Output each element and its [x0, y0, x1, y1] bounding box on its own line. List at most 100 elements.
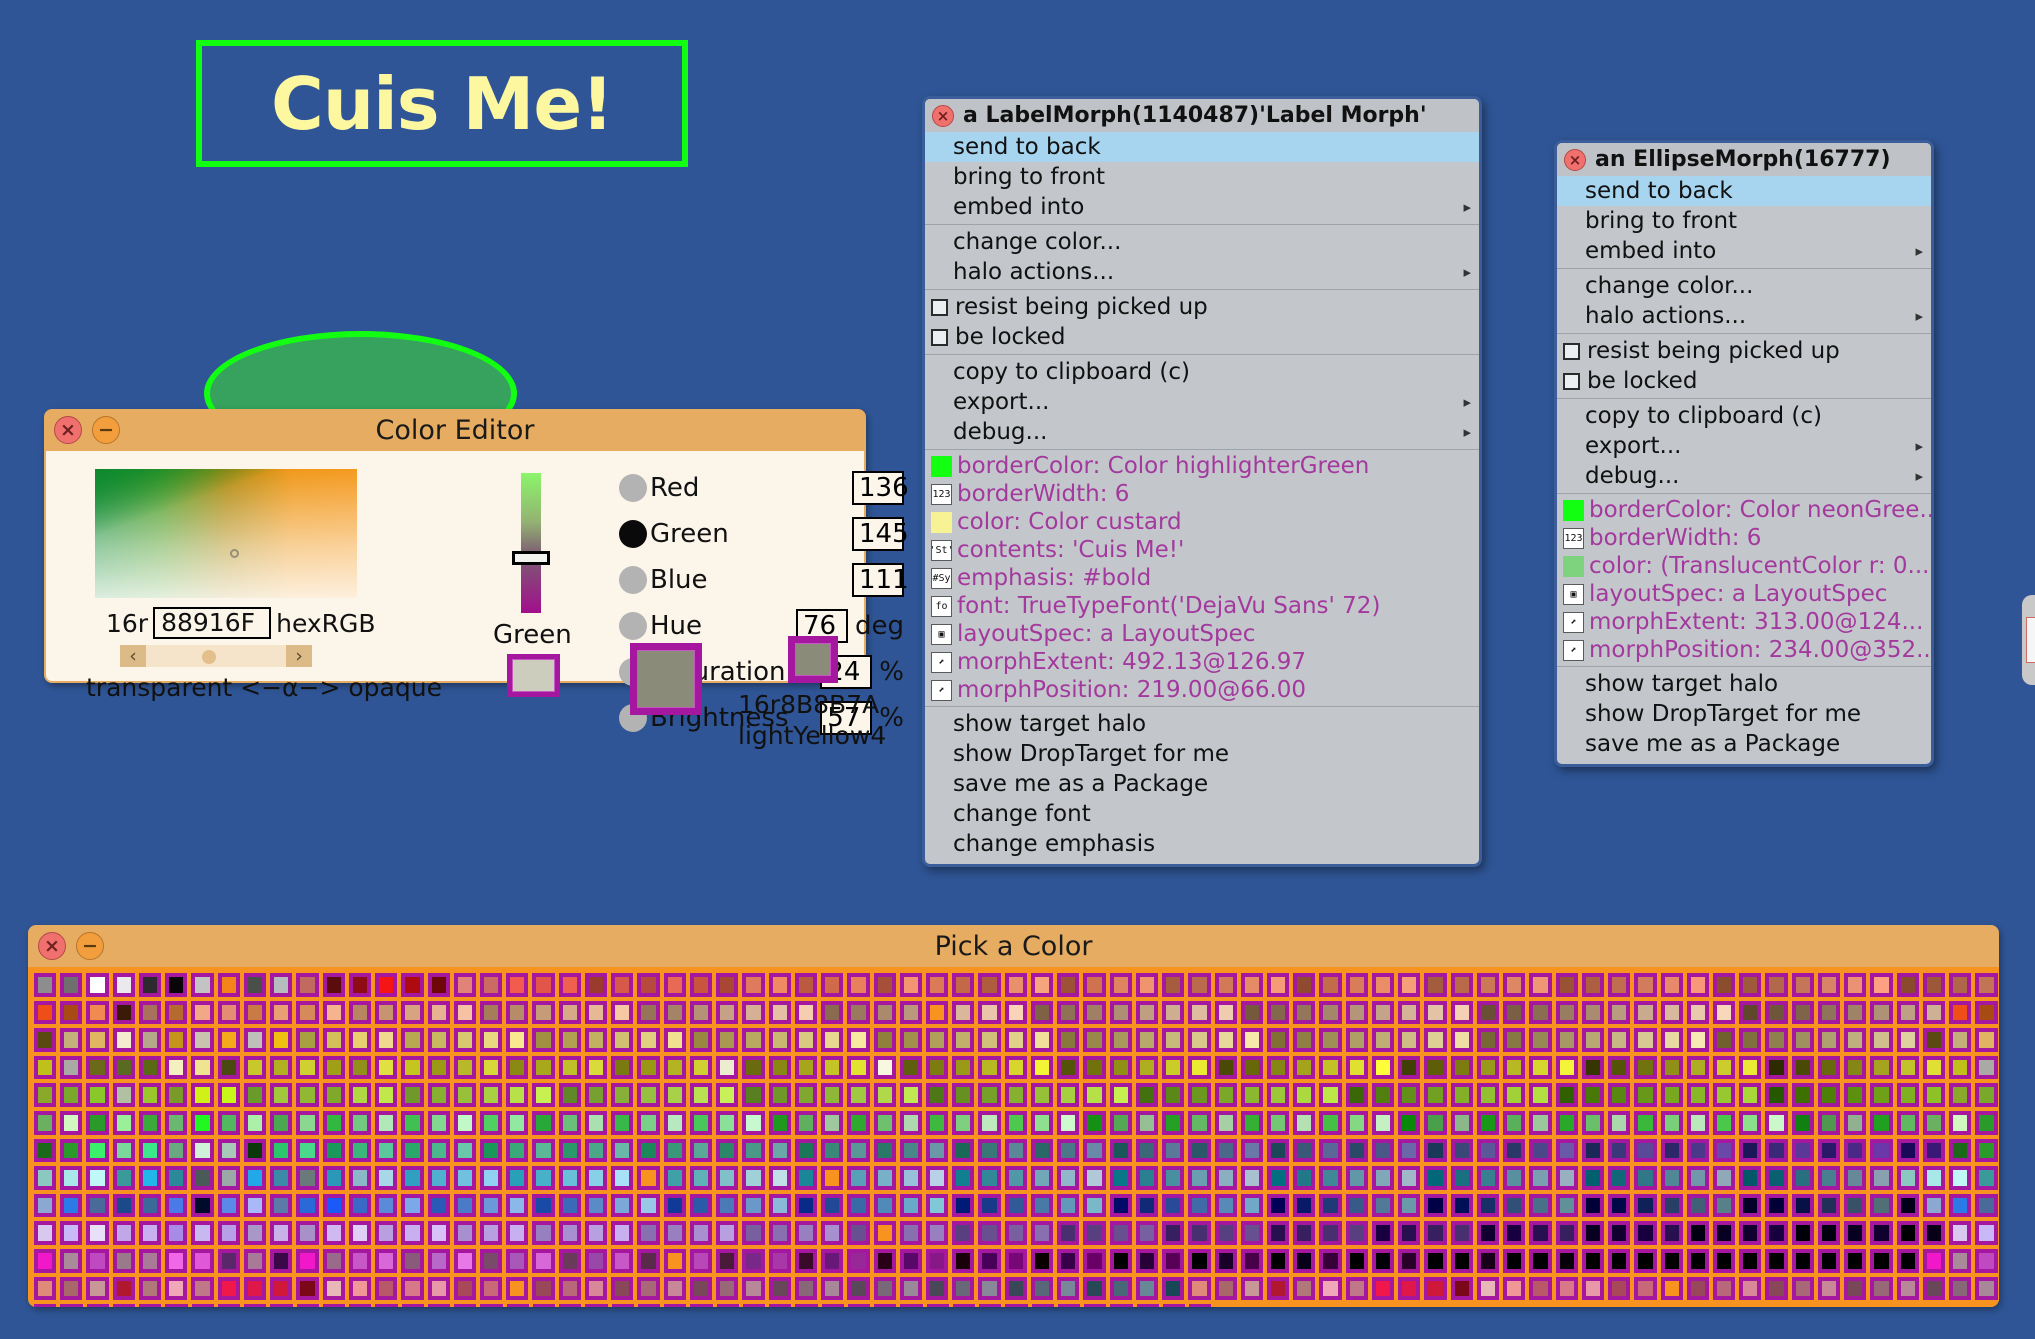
palette-swatch[interactable]: [898, 1081, 924, 1109]
palette-swatch[interactable]: [714, 1275, 740, 1303]
palette-swatch[interactable]: [1501, 1164, 1527, 1192]
palette-swatch[interactable]: [84, 971, 110, 999]
palette-swatch[interactable]: [1029, 1054, 1055, 1082]
palette-swatch[interactable]: [452, 1275, 478, 1303]
checkbox-icon[interactable]: [1563, 343, 1580, 360]
palette-swatch[interactable]: [1134, 1054, 1160, 1082]
palette-swatch[interactable]: [1003, 971, 1029, 999]
palette-swatch[interactable]: [898, 1026, 924, 1054]
palette-swatch[interactable]: [1763, 1164, 1789, 1192]
palette-swatch[interactable]: [1606, 1109, 1632, 1137]
palette-swatch[interactable]: [84, 1247, 110, 1275]
palette-swatch[interactable]: [530, 1275, 556, 1303]
palette-swatch[interactable]: [662, 1054, 688, 1082]
palette-swatch[interactable]: [1606, 1081, 1632, 1109]
hex-input[interactable]: 88916F: [153, 607, 271, 639]
palette-swatch[interactable]: [1895, 971, 1921, 999]
palette-swatch[interactable]: [557, 1081, 583, 1109]
palette-swatch[interactable]: [1973, 1137, 1999, 1165]
palette-swatch[interactable]: [1239, 1247, 1265, 1275]
palette-swatch[interactable]: [1265, 1026, 1291, 1054]
menu-property-item[interactable]: 123borderWidth: 6: [925, 480, 1479, 508]
menu-item[interactable]: change emphasis: [925, 829, 1479, 859]
palette-swatch[interactable]: [1763, 1275, 1789, 1303]
palette-swatch[interactable]: [268, 1247, 294, 1275]
palette-swatch[interactable]: [137, 1275, 163, 1303]
palette-swatch[interactable]: [740, 1275, 766, 1303]
palette-swatch[interactable]: [583, 1192, 609, 1220]
palette-swatch[interactable]: [1632, 1192, 1658, 1220]
palette-swatch[interactable]: [635, 1026, 661, 1054]
palette-swatch[interactable]: [242, 1275, 268, 1303]
palette-swatch[interactable]: [1973, 1081, 1999, 1109]
palette-swatch[interactable]: [1685, 1081, 1711, 1109]
palette-swatch[interactable]: [111, 1275, 137, 1303]
palette-swatch[interactable]: [32, 1137, 58, 1165]
palette-swatch[interactable]: [294, 1219, 320, 1247]
palette-swatch[interactable]: [924, 999, 950, 1027]
palette-swatch[interactable]: [1344, 1247, 1370, 1275]
palette-swatch[interactable]: [924, 971, 950, 999]
palette-swatch[interactable]: [1370, 999, 1396, 1027]
palette-swatch[interactable]: [688, 1247, 714, 1275]
palette-swatch[interactable]: [1108, 1081, 1134, 1109]
palette-swatch[interactable]: [1003, 1219, 1029, 1247]
palette-swatch[interactable]: [58, 1164, 84, 1192]
palette-swatch[interactable]: [872, 1054, 898, 1082]
palette-swatch[interactable]: [1973, 971, 1999, 999]
palette-swatch[interactable]: [1790, 1247, 1816, 1275]
palette-swatch[interactable]: [452, 999, 478, 1027]
palette-swatch[interactable]: [1947, 1219, 1973, 1247]
palette-swatch[interactable]: [714, 971, 740, 999]
palette-swatch[interactable]: [1737, 1054, 1763, 1082]
palette-swatch[interactable]: [1055, 1247, 1081, 1275]
palette-swatch[interactable]: [242, 1302, 268, 1307]
palette-swatch[interactable]: [399, 1137, 425, 1165]
palette-swatch[interactable]: [242, 999, 268, 1027]
palette-swatch[interactable]: [845, 1054, 871, 1082]
channel-radio-green[interactable]: [619, 520, 647, 548]
palette-swatch[interactable]: [1685, 1164, 1711, 1192]
palette-swatch[interactable]: [1554, 999, 1580, 1027]
palette-swatch[interactable]: [924, 1081, 950, 1109]
palette-swatch[interactable]: [976, 1109, 1002, 1137]
palette-swatch[interactable]: [688, 1219, 714, 1247]
palette-swatch[interactable]: [1187, 1302, 1213, 1307]
palette-swatch[interactable]: [216, 1302, 242, 1307]
palette-swatch[interactable]: [1554, 1109, 1580, 1137]
palette-swatch[interactable]: [189, 1026, 215, 1054]
palette-swatch[interactable]: [1580, 1275, 1606, 1303]
palette-swatch[interactable]: [819, 1247, 845, 1275]
palette-swatch[interactable]: [714, 1081, 740, 1109]
palette-swatch[interactable]: [688, 1137, 714, 1165]
palette-swatch[interactable]: [163, 1302, 189, 1307]
palette-swatch[interactable]: [1947, 971, 1973, 999]
palette-swatch[interactable]: [1501, 1247, 1527, 1275]
palette-swatch[interactable]: [137, 1247, 163, 1275]
palette-swatch[interactable]: [1816, 971, 1842, 999]
palette-swatch[interactable]: [1239, 1109, 1265, 1137]
palette-swatch[interactable]: [688, 1275, 714, 1303]
menu-property-item[interactable]: ▣layoutSpec: a LayoutSpec: [925, 620, 1479, 648]
palette-swatch[interactable]: [137, 999, 163, 1027]
palette-swatch[interactable]: [1291, 1219, 1317, 1247]
palette-swatch[interactable]: [1396, 1137, 1422, 1165]
palette-swatch[interactable]: [1763, 1109, 1789, 1137]
menu-item[interactable]: change color...: [925, 227, 1479, 257]
palette-swatch[interactable]: [84, 1109, 110, 1137]
palette-swatch[interactable]: [1921, 999, 1947, 1027]
palette-swatch[interactable]: [662, 1164, 688, 1192]
palette-swatch[interactable]: [609, 1137, 635, 1165]
palette-swatch[interactable]: [268, 1275, 294, 1303]
palette-swatch[interactable]: [1186, 1054, 1212, 1082]
palette-swatch[interactable]: [1081, 1219, 1107, 1247]
palette-swatch[interactable]: [1711, 1081, 1737, 1109]
menu-property-item[interactable]: ▣layoutSpec: a LayoutSpec: [1557, 580, 1931, 608]
palette-swatch[interactable]: [242, 1164, 268, 1192]
palette-swatch[interactable]: [1790, 1192, 1816, 1220]
palette-swatch[interactable]: [1921, 1219, 1947, 1247]
palette-swatch[interactable]: [1030, 1302, 1056, 1307]
palette-swatch[interactable]: [1895, 1275, 1921, 1303]
palette-swatch[interactable]: [1081, 1026, 1107, 1054]
palette-swatch[interactable]: [111, 1137, 137, 1165]
